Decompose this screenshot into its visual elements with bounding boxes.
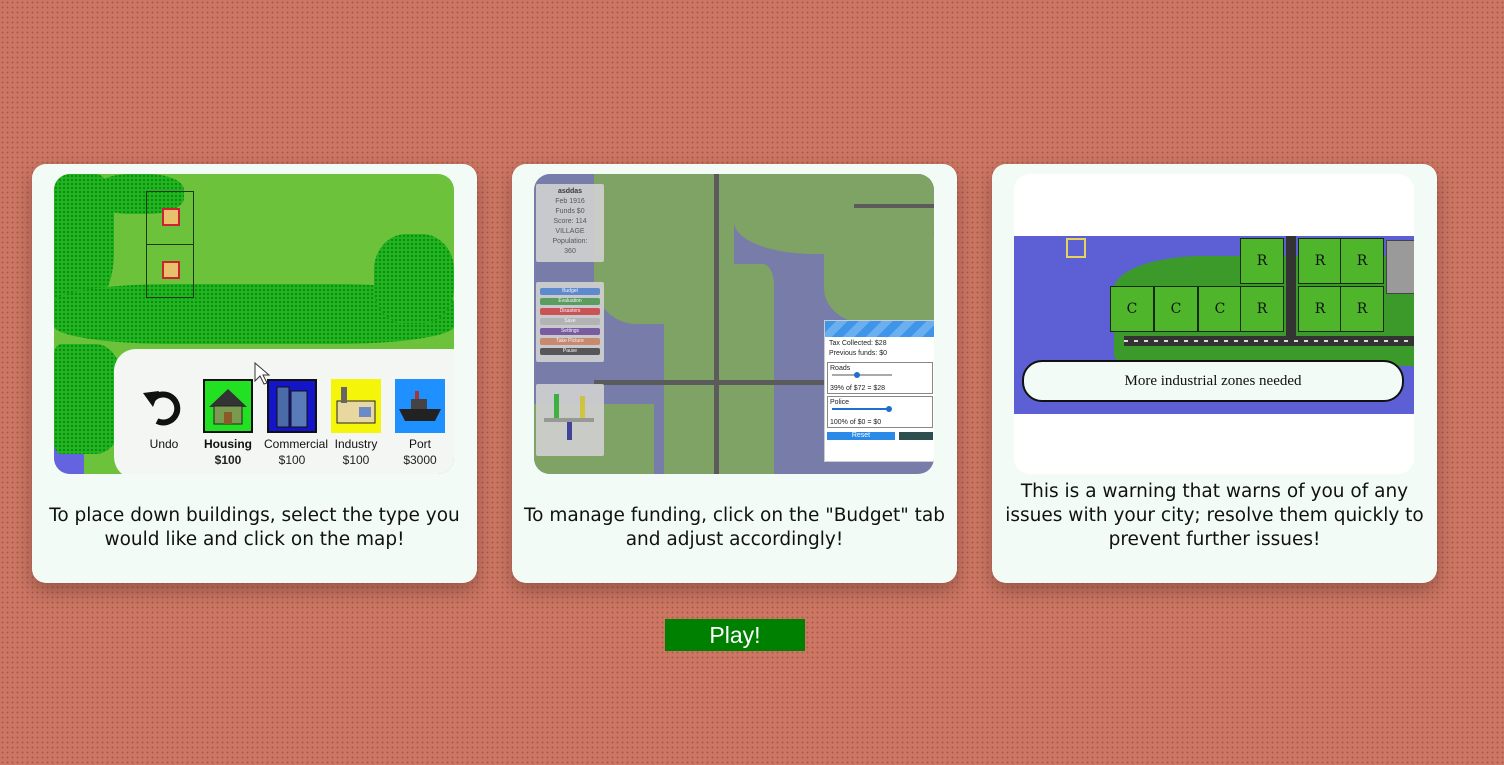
undo-icon xyxy=(139,379,189,433)
office-building-icon xyxy=(267,379,317,433)
housing-price: $100 xyxy=(214,453,242,467)
population-value: 360 xyxy=(564,248,576,255)
play-button[interactable]: Play! xyxy=(665,619,805,651)
menu-panel: Budget Evaluation Disasters Save Setting… xyxy=(536,282,604,362)
card-caption: To manage funding, click on the "Budget"… xyxy=(523,505,945,550)
residential-zone: R xyxy=(1240,238,1284,284)
evaluation-tab[interactable]: Evaluation xyxy=(540,298,600,305)
card-caption: To place down buildings, select the type… xyxy=(49,505,460,550)
road xyxy=(854,204,934,208)
commercial-zone: C xyxy=(1198,286,1242,332)
land xyxy=(824,234,934,324)
ship-icon xyxy=(395,379,445,433)
card-caption: This is a warning that warns of you of a… xyxy=(1005,481,1424,550)
pause-tab[interactable]: Pause xyxy=(540,348,600,355)
police-value: 100% of $0 = $0 xyxy=(830,419,882,426)
previous-funds: Previous funds: $0 xyxy=(829,350,887,357)
industry-price: $100 xyxy=(342,453,370,467)
budget-actions: Reset xyxy=(827,432,933,440)
placed-zone xyxy=(146,244,194,298)
residential-zone: R xyxy=(1340,286,1384,332)
residential-zone: R xyxy=(1298,238,1342,284)
port-tool[interactable]: Port $3000 xyxy=(392,379,448,467)
land xyxy=(664,264,774,474)
commercial-zone: C xyxy=(1110,286,1154,332)
commercial-tool[interactable]: Commercial $100 xyxy=(264,379,329,467)
warning-banner: More industrial zones needed xyxy=(1022,360,1404,402)
build-screenshot: Undo Housing $100 Commercial $100 Indust… xyxy=(54,174,454,474)
house-icon xyxy=(203,379,253,433)
commercial-zone: C xyxy=(1154,286,1198,332)
tutorial-card-build: Undo Housing $100 Commercial $100 Indust… xyxy=(32,164,477,583)
commercial-price: $100 xyxy=(278,453,306,467)
take-picture-tab[interactable]: Take Picture xyxy=(540,338,600,345)
selection-cursor xyxy=(1066,238,1086,258)
residential-zone: R xyxy=(1298,286,1342,332)
city-score: Score: 114 xyxy=(553,218,587,225)
industry-tool[interactable]: Industry $100 xyxy=(328,379,384,467)
undo-tool[interactable]: Undo xyxy=(136,379,192,451)
trees xyxy=(374,234,454,324)
police-slider[interactable] xyxy=(832,406,892,412)
police-group: Police 100% of $0 = $0 xyxy=(827,396,933,428)
residential-zone: R xyxy=(1240,286,1284,332)
save-tab[interactable]: Save xyxy=(540,318,600,325)
rci-bars-icon xyxy=(544,394,594,440)
budget-dialog: Tax Collected: $28 Previous funds: $0 Ro… xyxy=(824,320,934,462)
roads-slider[interactable] xyxy=(832,372,892,378)
factory-icon xyxy=(331,379,381,433)
housing-tool[interactable]: Housing $100 xyxy=(200,379,256,467)
city-name: asddas xyxy=(557,188,583,195)
city-date: Feb 1916 xyxy=(555,198,585,205)
city-map: C C C R R R R R R More industrial zones … xyxy=(1014,236,1414,414)
commercial-label: Commercial xyxy=(264,437,329,451)
disasters-tab[interactable]: Disasters xyxy=(540,308,600,315)
city-info-panel: asddas Feb 1916 Funds $0 Score: 114 VILL… xyxy=(536,184,604,262)
undo-label: Undo xyxy=(149,437,179,451)
police-label: Police xyxy=(830,399,850,406)
city-funds: Funds $0 xyxy=(555,208,585,215)
rci-panel xyxy=(536,384,604,456)
population-label: Population: xyxy=(552,238,588,245)
port-price: $3000 xyxy=(403,453,437,467)
roads-group: Roads 39% of $72 = $28 xyxy=(827,362,933,394)
budget-header xyxy=(825,321,934,337)
roads-label: Roads xyxy=(830,365,851,372)
industry-label: Industry xyxy=(334,437,378,451)
road xyxy=(1124,336,1414,346)
roads-value: 39% of $72 = $28 xyxy=(830,385,886,392)
continue-button[interactable] xyxy=(899,432,933,440)
budget-tab[interactable]: Budget xyxy=(540,288,600,295)
road xyxy=(1286,236,1296,336)
placed-zone xyxy=(146,191,194,245)
tutorial-card-warnings: C C C R R R R R R More industrial zones … xyxy=(992,164,1437,583)
port-label: Port xyxy=(408,437,431,451)
warning-screenshot: C C C R R R R R R More industrial zones … xyxy=(1014,174,1414,474)
residential-zone: R xyxy=(1340,238,1384,284)
budget-screenshot: asddas Feb 1916 Funds $0 Score: 114 VILL… xyxy=(534,174,934,474)
road xyxy=(714,174,719,474)
tutorial-card-budget: asddas Feb 1916 Funds $0 Score: 114 VILL… xyxy=(512,164,957,583)
power-plant xyxy=(1386,240,1414,294)
city-level: VILLAGE xyxy=(555,228,585,235)
tax-collected: Tax Collected: $28 xyxy=(829,340,887,347)
housing-label: Housing xyxy=(204,437,252,451)
reset-button[interactable]: Reset xyxy=(827,432,895,440)
build-toolbar: Undo Housing $100 Commercial $100 Indust… xyxy=(114,349,454,474)
settings-tab[interactable]: Settings xyxy=(540,328,600,335)
cursor-icon xyxy=(254,362,270,385)
